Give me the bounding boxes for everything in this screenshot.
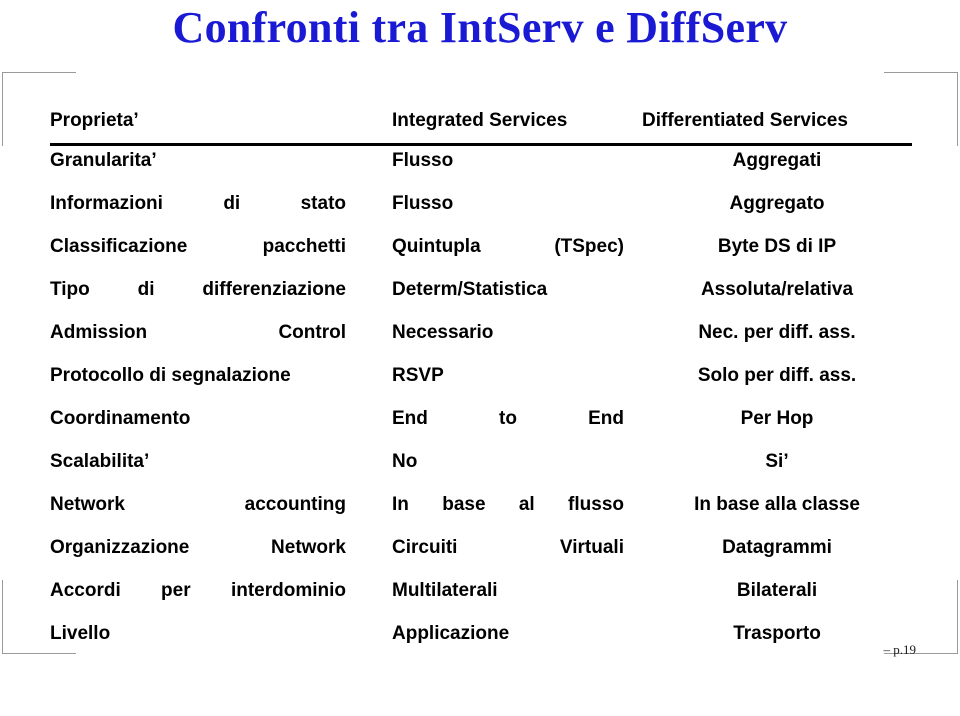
cell-integrated-services: Determ/Statistica [392,279,548,300]
table-row: Accordi per interdominio Multilaterali Bil… [50,578,912,621]
header-rule [50,143,912,146]
cell-property: Organizzazione Network [50,537,346,558]
cell-property: Scalabilita’ [50,451,150,472]
table-row: Coordinamento End to End Per Hop [50,406,912,449]
frame-line-vertical [957,580,958,654]
table-row: Network accounting In base al flusso In ba… [50,492,912,535]
cell-integrated-services: Multilaterali [392,580,498,601]
cell-property: Protocollo di segnalazione [50,365,291,386]
cell-property: Granularita’ [50,150,157,171]
cell-differentiated-services: Per Hop [740,408,814,429]
table-row: Livello Applicazione Trasporto [50,621,912,664]
cell-differentiated-services: Byte DS di IP [717,236,837,257]
cell-differentiated-services: Solo per diff. ass. [697,365,857,386]
table-row: Admission Control Necessario Nec. per diff… [50,320,912,363]
table-body: Granularita’ Flusso Aggregati Informazioni … [50,148,912,664]
frame-line-vertical [2,72,3,146]
frame-line-horizontal [2,72,76,73]
cell-differentiated-services: Bilaterali [736,580,818,601]
cell-integrated-services: Circuiti Virtuali [392,537,624,558]
cell-differentiated-services: Trasporto [733,623,821,644]
cell-differentiated-services: Si’ [765,451,789,472]
table-row: Classificazione pacchetti Quintupla (TSpe… [50,234,912,277]
table-row: Organizzazione Network Circuiti Virtuali D… [50,535,912,578]
cell-integrated-services: Applicazione [392,623,510,644]
cell-property: Coordinamento [50,408,191,429]
cell-integrated-services: No [392,451,418,472]
table-header-row: Proprieta’ Integrated Services Different… [50,108,912,148]
comparison-table: Proprieta’ Integrated Services Different… [50,108,916,664]
cell-differentiated-services: In base alla classe [694,494,860,515]
cell-property: Livello [50,623,111,644]
cell-integrated-services: Flusso [392,193,454,214]
cell-integrated-services: In base al flusso [392,494,624,515]
cell-integrated-services: Necessario [392,322,494,343]
cell-integrated-services: Quintupla (TSpec) [392,236,624,257]
cell-property: Classificazione pacchetti [50,236,346,257]
cell-property: Accordi per interdominio [50,580,346,601]
table-row: Tipo di differenziazione Determ/Statistic… [50,277,912,320]
cell-property: Admission Control [50,322,346,343]
table-row: Granularita’ Flusso Aggregati [50,148,912,191]
column-header-property: Proprieta’ [50,110,139,131]
page-title: Confronti tra IntServ e DiffServ [172,3,788,52]
cell-differentiated-services: Datagrammi [722,537,832,558]
cell-differentiated-services: Nec. per diff. ass. [698,322,856,343]
cell-differentiated-services: Aggregati [732,150,822,171]
cell-integrated-services: End to End [392,408,624,429]
column-header-differentiated-services: Differentiated Services [642,110,848,131]
column-header-integrated-services: Integrated Services [392,110,568,131]
cell-property: Network accounting [50,494,346,515]
frame-line-vertical [2,580,3,654]
cell-integrated-services: Flusso [392,150,454,171]
page-number: – p.19 [883,642,917,657]
frame-line-vertical [957,72,958,146]
cell-differentiated-services: Aggregato [729,193,825,214]
cell-property: Informazioni di stato [50,193,346,214]
cell-property: Tipo di differenziazione [50,279,346,300]
cell-differentiated-services: Assoluta/relativa [700,279,854,300]
cell-integrated-services: RSVP [392,365,444,386]
table-row: Scalabilita’ No Si’ [50,449,912,492]
table-row: Informazioni di stato Flusso Aggregato [50,191,912,234]
table-row: Protocollo di segnalazione RSVP Solo per d… [50,363,912,406]
frame-line-horizontal [884,72,958,73]
